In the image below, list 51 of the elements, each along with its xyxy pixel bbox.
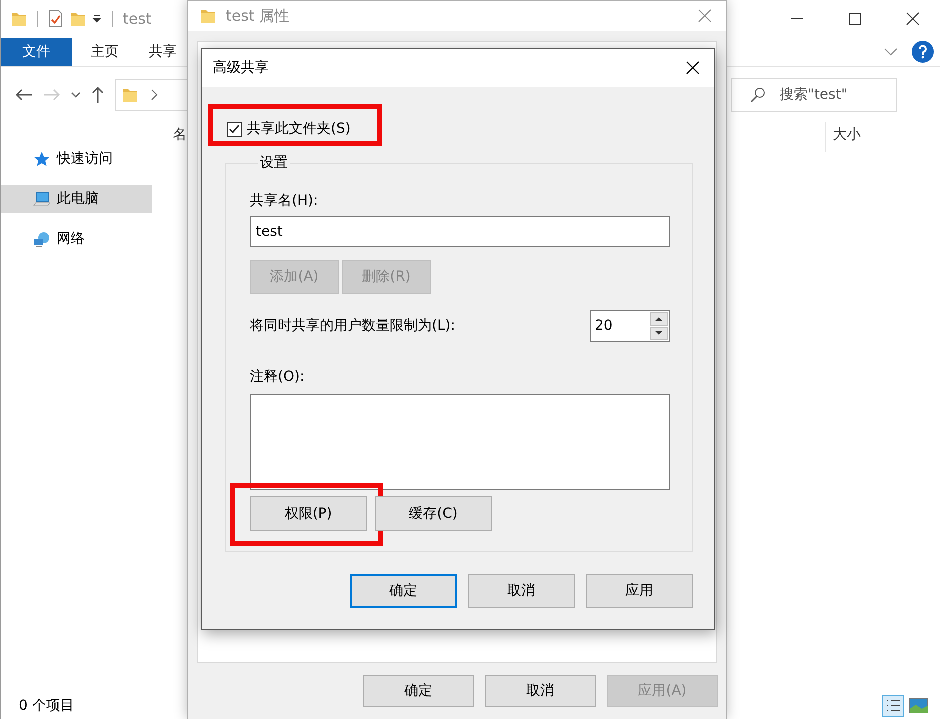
ribbon-tab[interactable]: 主页 [72,38,138,66]
computer-icon [33,190,51,208]
folder-icon [70,10,86,28]
sidebar-item[interactable]: 此电脑 [1,185,152,213]
help-icon[interactable] [912,41,934,63]
column-header[interactable]: 名 [173,122,187,144]
field-label: 共享名(H): [250,192,320,211]
field-label: 注释(O): [250,368,306,387]
input-field[interactable]: test [250,216,670,247]
search-icon [750,87,766,103]
spinner-field[interactable]: 20 [590,310,670,342]
dialog-button[interactable]: 取消 [468,574,575,608]
dialog-button[interactable]: 取消 [485,675,596,707]
network-icon [33,230,51,248]
checkbox-label[interactable]: 共享此文件夹(S) [247,120,351,138]
chevron-down-icon[interactable] [884,47,898,57]
window-title: test [123,10,152,28]
sidebar-item[interactable]: 快速访问 [1,145,152,173]
comment-field[interactable] [250,394,670,490]
sidebar-item[interactable]: 网络 [1,225,152,253]
dialog-button[interactable]: 确定 [350,574,457,608]
details-view-icon[interactable] [882,695,904,717]
column-header[interactable]: 大小 [825,122,861,152]
up-arrow-icon[interactable] [91,86,105,104]
search-field[interactable]: 搜索"test" [731,78,897,112]
dialog-button[interactable]: 权限(P) [250,496,367,531]
dialog-button[interactable]: 确定 [363,675,474,707]
folder-icon [122,86,138,104]
chevron-right-icon [150,89,158,101]
dropdown-icon[interactable] [92,14,102,24]
chevron-down-icon[interactable] [71,91,81,99]
star-icon [33,150,51,168]
checkbox[interactable] [227,122,242,136]
close-icon[interactable] [906,12,920,26]
dialog-title: 高级共享 [213,59,269,77]
maximize-icon[interactable] [848,12,862,26]
dialog-button[interactable]: 应用 [586,574,693,608]
window-title: test 属性 [226,6,290,26]
field-label: 将同时共享的用户数量限制为(L): [250,317,456,336]
dialog-button[interactable]: 缓存(C) [375,496,492,531]
spin-down-icon[interactable] [650,326,668,340]
ribbon-tab[interactable]: 文件 [1,38,72,66]
group-title: 设置 [259,154,289,172]
folder-icon [200,7,216,25]
status-text: 0 个项目 [19,697,74,715]
spin-up-icon[interactable] [650,312,668,326]
close-icon[interactable] [686,61,700,75]
back-arrow-icon[interactable] [15,88,33,102]
folder-icon [11,10,27,28]
checklist-icon [48,10,64,28]
ribbon-tab[interactable]: 共享 [138,38,188,66]
